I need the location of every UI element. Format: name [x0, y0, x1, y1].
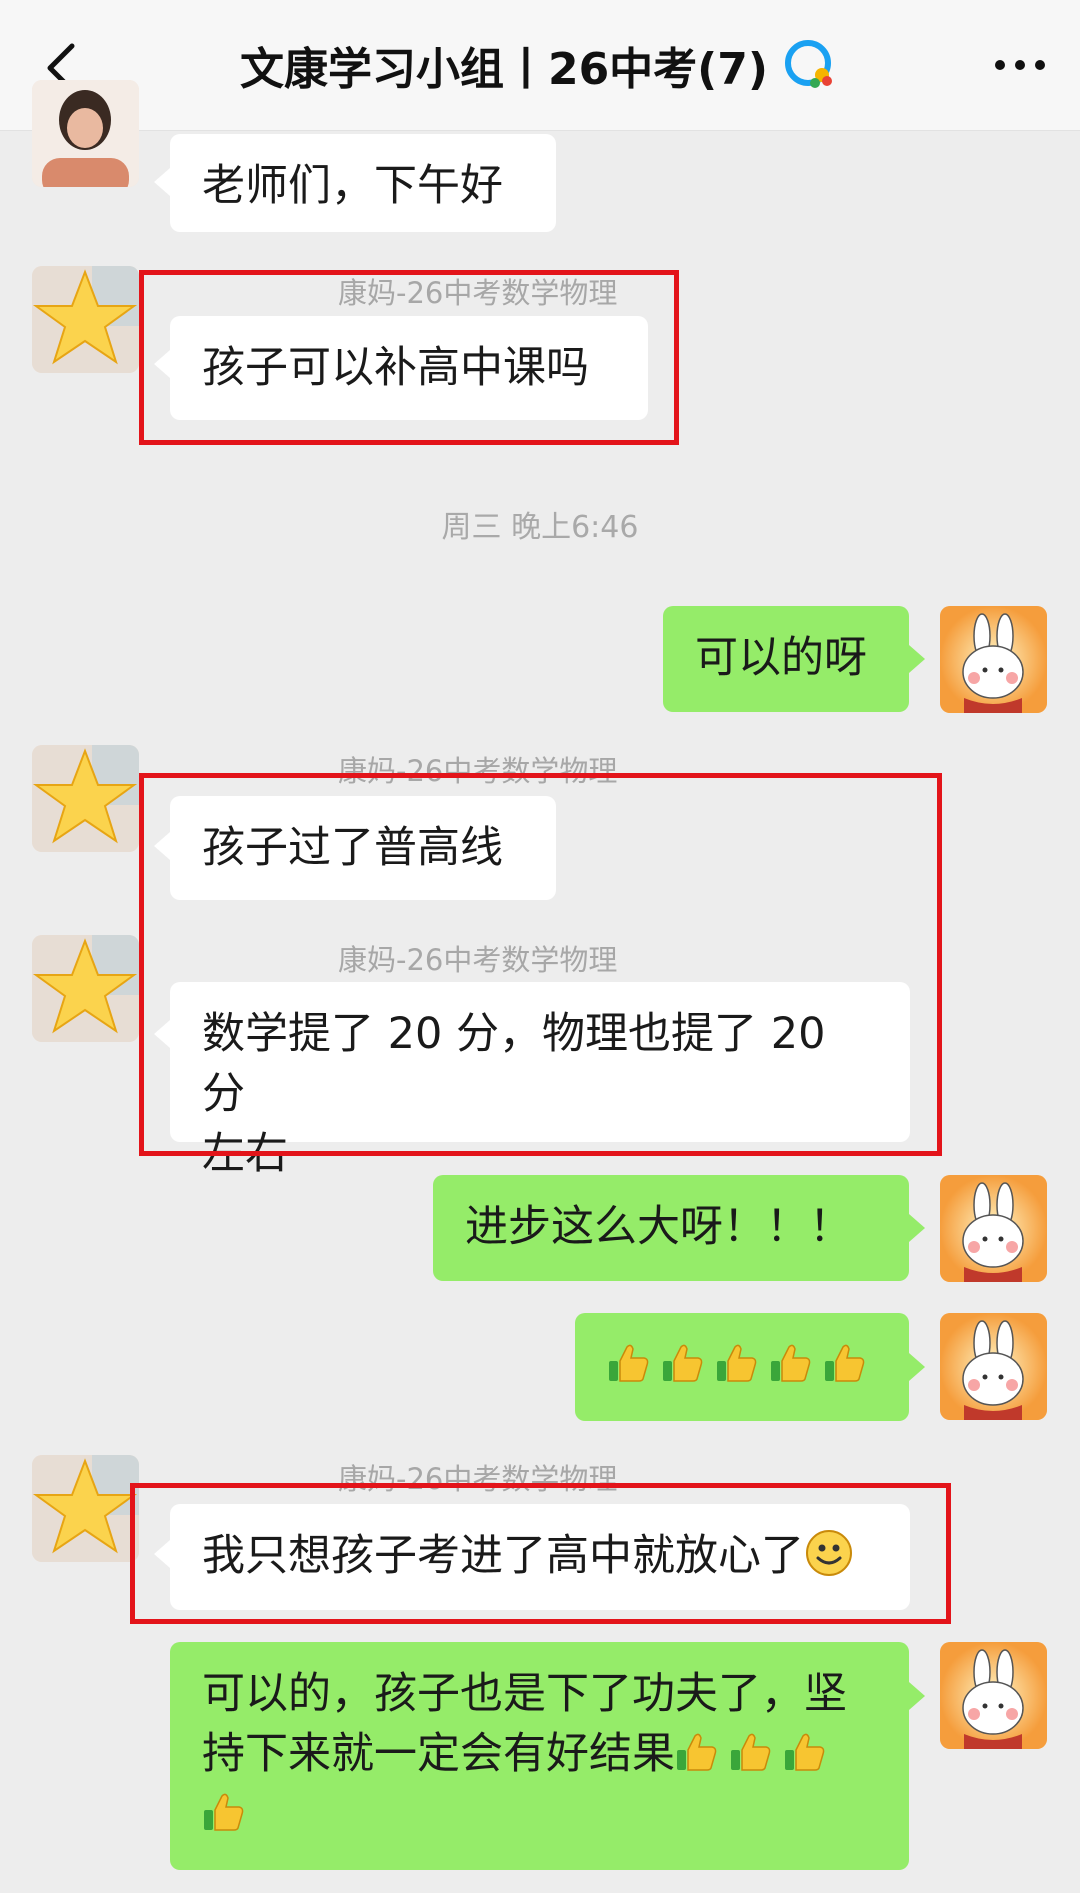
avatar[interactable] [940, 606, 1047, 713]
message-text: 持下来就一定会有好结果 [202, 1729, 675, 1779]
timestamp: 周三 晚上6:46 [441, 510, 639, 545]
thumbs-row [607, 1340, 877, 1390]
thumbs-up-icon [825, 1344, 865, 1382]
avatar[interactable] [940, 1313, 1047, 1420]
chat-title: 文康学习小组丨26中考(7) [150, 30, 930, 100]
chat-header: 文康学习小组丨26中考(7) [0, 0, 1080, 131]
message-bubble [575, 1313, 909, 1421]
avatar[interactable] [32, 266, 139, 373]
group-name: 文康学习小组丨26中考(7) [239, 44, 769, 95]
thumbs-up-icon [731, 1733, 771, 1771]
message-bubble: 可以的呀 [663, 606, 909, 712]
message-line: 持下来就一定会有好结果 [202, 1724, 877, 1784]
message-bubble: 老师们，下午好 [170, 134, 556, 232]
chat-bubbles-icon [785, 40, 833, 88]
avatar[interactable] [32, 1455, 139, 1562]
thumbs-up-icon [609, 1344, 649, 1382]
more-dots-icon[interactable] [990, 40, 1050, 90]
highlight-box [130, 1483, 951, 1624]
avatar[interactable] [940, 1642, 1047, 1749]
highlight-box [139, 773, 942, 1156]
thumbs-up-icon [717, 1344, 757, 1382]
thumbs-up-icon [204, 1793, 244, 1831]
thumbs-up-icon [677, 1733, 717, 1771]
thumbs-up-icon [785, 1733, 825, 1771]
message-bubble: 进步这么大呀！！！ [433, 1175, 909, 1281]
avatar[interactable] [32, 80, 139, 187]
message-line: 可以的，孩子也是下了功夫了，坚 [202, 1669, 847, 1719]
highlight-box [139, 270, 679, 445]
message-bubble: 可以的，孩子也是下了功夫了，坚 持下来就一定会有好结果 [170, 1642, 909, 1870]
message-line [202, 1784, 877, 1844]
avatar[interactable] [32, 745, 139, 852]
avatar[interactable] [32, 935, 139, 1042]
thumbs-up-icon [663, 1344, 703, 1382]
thumbs-up-icon [771, 1344, 811, 1382]
avatar[interactable] [940, 1175, 1047, 1282]
